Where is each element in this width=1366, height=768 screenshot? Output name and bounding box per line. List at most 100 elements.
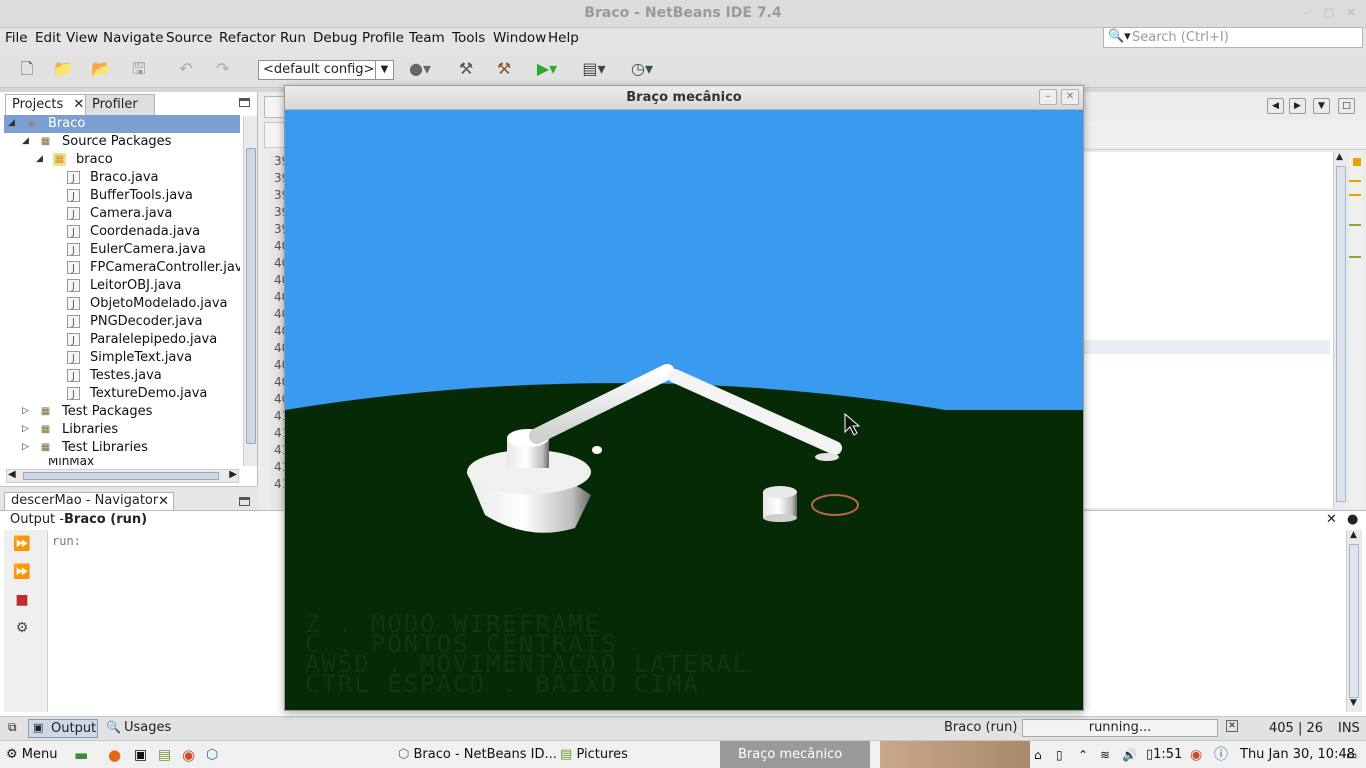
rerun-options-icon[interactable]: ⏩	[12, 562, 32, 582]
terminal-icon[interactable]: ▣	[134, 741, 147, 768]
menu-window[interactable]: Window	[493, 30, 546, 46]
output-vertical-scrollbar[interactable]: ▲ ▼	[1346, 530, 1362, 712]
chevron-down-icon[interactable]: ▼	[375, 61, 393, 79]
tree-item-file[interactable]: LeitorOBJ.java	[90, 278, 181, 293]
browser-icon[interactable]: ●▾	[408, 58, 432, 80]
app-window[interactable]: Braço mecânico – ✕ Z . MODO WIREFRAME C …	[284, 85, 1084, 711]
maximize-icon[interactable]: □	[1320, 4, 1338, 22]
tree-item-test-libraries[interactable]: Test Libraries	[62, 440, 148, 455]
tree-item-libraries[interactable]: Libraries	[62, 422, 118, 437]
change-marker[interactable]	[1349, 224, 1361, 226]
scrollbar-thumb[interactable]	[23, 472, 219, 480]
close-icon[interactable]: ✕	[1061, 89, 1079, 105]
expanded-icon[interactable]: ◢	[36, 154, 43, 164]
tree-item-project[interactable]: Braco	[48, 116, 85, 131]
new-file-icon[interactable]: 🗋	[15, 58, 39, 80]
expanded-icon[interactable]: ◢	[8, 118, 15, 128]
tab-profiler[interactable]: Profiler	[85, 94, 155, 116]
maximize-editor-icon[interactable]: □	[1338, 98, 1355, 114]
tree-item-file[interactable]: Coordenada.java	[90, 224, 200, 239]
tree-item-file[interactable]: Camera.java	[90, 206, 172, 221]
minimize-icon[interactable]: –	[1298, 4, 1316, 22]
scroll-up-icon[interactable]: ▲	[1350, 530, 1357, 540]
netbeans-launcher-icon[interactable]: ⬡	[206, 741, 218, 768]
collapsed-icon[interactable]: ▷	[22, 406, 29, 416]
debug-icon[interactable]: ▤▾	[582, 58, 606, 80]
menu-team[interactable]: Team	[409, 30, 445, 46]
expanded-icon[interactable]: ◢	[22, 136, 29, 146]
minimize-panel-icon[interactable]	[239, 98, 250, 107]
info-icon[interactable]: ⓘ	[1214, 741, 1228, 768]
cancel-task-icon[interactable]: ✕	[1226, 720, 1238, 732]
tree-item-file[interactable]: EulerCamera.java	[90, 242, 206, 257]
up-arrow-icon[interactable]: ⌃	[1078, 741, 1088, 768]
scroll-tabs-left-icon[interactable]: ◀	[1267, 98, 1284, 114]
collapsed-icon[interactable]: ▷	[22, 424, 29, 434]
show-desktop-icon[interactable]: ▬	[74, 741, 88, 768]
search-input[interactable]: 🔍▾ Search (Ctrl+I)	[1103, 27, 1363, 48]
chrome-tray-icon[interactable]: ◉	[1190, 741, 1202, 768]
profile-icon[interactable]: ◷▾	[630, 58, 654, 80]
restore-windows-icon[interactable]: ⧉	[8, 720, 17, 735]
options-icon[interactable]: ●	[1347, 512, 1358, 527]
files-icon[interactable]: ▤	[158, 741, 171, 768]
start-menu-button[interactable]: ⚙ Menu	[6, 741, 58, 768]
clean-build-icon[interactable]: ⚒	[492, 58, 516, 80]
menu-file[interactable]: File	[5, 30, 28, 46]
taskbar-window-netbeans[interactable]: ⬡ Braco - NetBeans ID...	[398, 741, 557, 768]
clock[interactable]: Thu Jan 30, 10:48	[1240, 741, 1355, 768]
code-area[interactable]	[1084, 152, 1334, 508]
progress-bar[interactable]: running...	[1022, 719, 1218, 737]
close-icon[interactable]: ✕	[1342, 4, 1360, 22]
tree-item-file[interactable]: BufferTools.java	[90, 188, 193, 203]
config-select[interactable]: <default config> ▼	[258, 60, 394, 80]
tree-item-test-packages[interactable]: Test Packages	[62, 404, 152, 419]
tree-item-file[interactable]: Paralelepipedo.java	[90, 332, 217, 347]
opengl-canvas[interactable]: Z . MODO WIREFRAME C . PONTOS CENTRAIS A…	[285, 110, 1083, 710]
network-wired-icon[interactable]: ⌂	[1034, 741, 1042, 768]
open-project-icon[interactable]: 📂	[89, 58, 113, 80]
scrollbar-thumb[interactable]	[1349, 544, 1359, 698]
scroll-right-icon[interactable]: ▶	[229, 469, 237, 480]
menu-run[interactable]: Run	[280, 30, 306, 46]
warning-marker[interactable]	[1353, 158, 1361, 166]
projects-horizontal-scrollbar[interactable]: ◀ ▶	[6, 469, 239, 483]
scrollbar-thumb[interactable]	[1336, 166, 1346, 502]
notifications-icon[interactable]: ▭	[1346, 741, 1357, 768]
menu-profile[interactable]: Profile	[362, 30, 404, 46]
projects-vertical-scrollbar[interactable]	[243, 116, 257, 466]
tree-item-file[interactable]: PNGDecoder.java	[90, 314, 203, 329]
tab-list-icon[interactable]: ▼	[1313, 98, 1330, 114]
undo-icon[interactable]: ↶	[174, 58, 198, 80]
editor-source-tab[interactable]	[264, 122, 286, 148]
battery-indicator[interactable]: ▯1:51	[1146, 741, 1182, 768]
taskbar-window-pictures[interactable]: ▤ Pictures	[560, 741, 628, 768]
firefox-icon[interactable]: ●	[108, 741, 121, 768]
run-icon[interactable]: ▶▾	[535, 58, 559, 80]
scroll-left-icon[interactable]: ◀	[8, 469, 16, 480]
menu-tools[interactable]: Tools	[452, 30, 485, 46]
warning-marker[interactable]	[1349, 194, 1361, 196]
change-marker[interactable]	[1349, 256, 1361, 258]
menu-edit[interactable]: Edit	[35, 30, 61, 46]
scroll-up-icon[interactable]: ▲	[1336, 152, 1343, 162]
chrome-icon[interactable]: ◉	[182, 741, 195, 768]
device-icon[interactable]: ▯	[1056, 741, 1063, 768]
menu-refactor[interactable]: Refactor	[219, 30, 276, 46]
warning-marker[interactable]	[1349, 180, 1361, 182]
menu-view[interactable]: View	[66, 30, 98, 46]
app-window-title-bar[interactable]: Braço mecânico – ✕	[285, 86, 1083, 110]
tree-item-file[interactable]: SimpleText.java	[90, 350, 192, 365]
status-tab-output[interactable]: ▣ Output	[28, 719, 98, 738]
status-tab-usages[interactable]: 🔍 Usages	[104, 719, 180, 738]
menu-help[interactable]: Help	[548, 30, 579, 46]
close-icon[interactable]: ✕	[1326, 512, 1337, 527]
minimize-panel-icon[interactable]	[239, 497, 250, 506]
editor-tab[interactable]	[264, 96, 286, 118]
menu-debug[interactable]: Debug	[313, 30, 357, 46]
rerun-icon[interactable]: ⏩	[12, 534, 32, 554]
tree-item-file[interactable]: TextureDemo.java	[90, 386, 207, 401]
tree-item-minmax[interactable]: MinMax	[48, 458, 94, 466]
collapsed-icon[interactable]: ▷	[22, 442, 29, 452]
editor-vertical-scrollbar[interactable]: ▲	[1333, 152, 1349, 508]
